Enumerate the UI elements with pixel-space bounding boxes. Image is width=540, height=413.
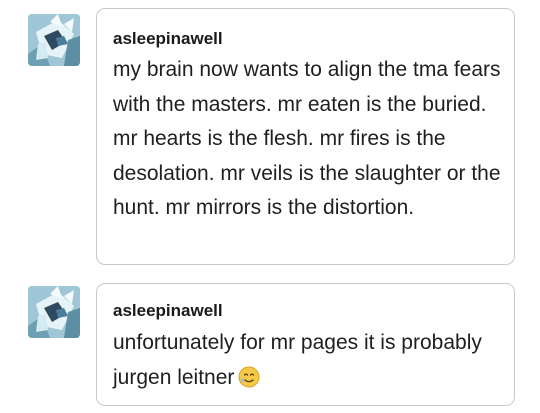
character-avatar-icon[interactable] [28, 14, 80, 66]
smiling-face-with-tear-emoji-icon [238, 366, 260, 388]
character-avatar-icon[interactable] [28, 286, 80, 338]
message-text: my brain now wants to align the tma fear… [113, 58, 501, 219]
message-bubble: asleepinawell unfortunately for mr pages… [96, 283, 515, 406]
message-text-content: unfortunately for mr pages it is probabl… [113, 331, 482, 389]
username[interactable]: asleepinawell [113, 301, 223, 321]
chat-post: asleepinawell my brain now wants to alig… [0, 0, 540, 270]
chat-post: asleepinawell unfortunately for mr pages… [0, 276, 540, 413]
message-bubble: asleepinawell my brain now wants to alig… [96, 8, 515, 265]
username[interactable]: asleepinawell [113, 29, 223, 49]
message-text: unfortunately for mr pages it is probabl… [113, 326, 508, 395]
